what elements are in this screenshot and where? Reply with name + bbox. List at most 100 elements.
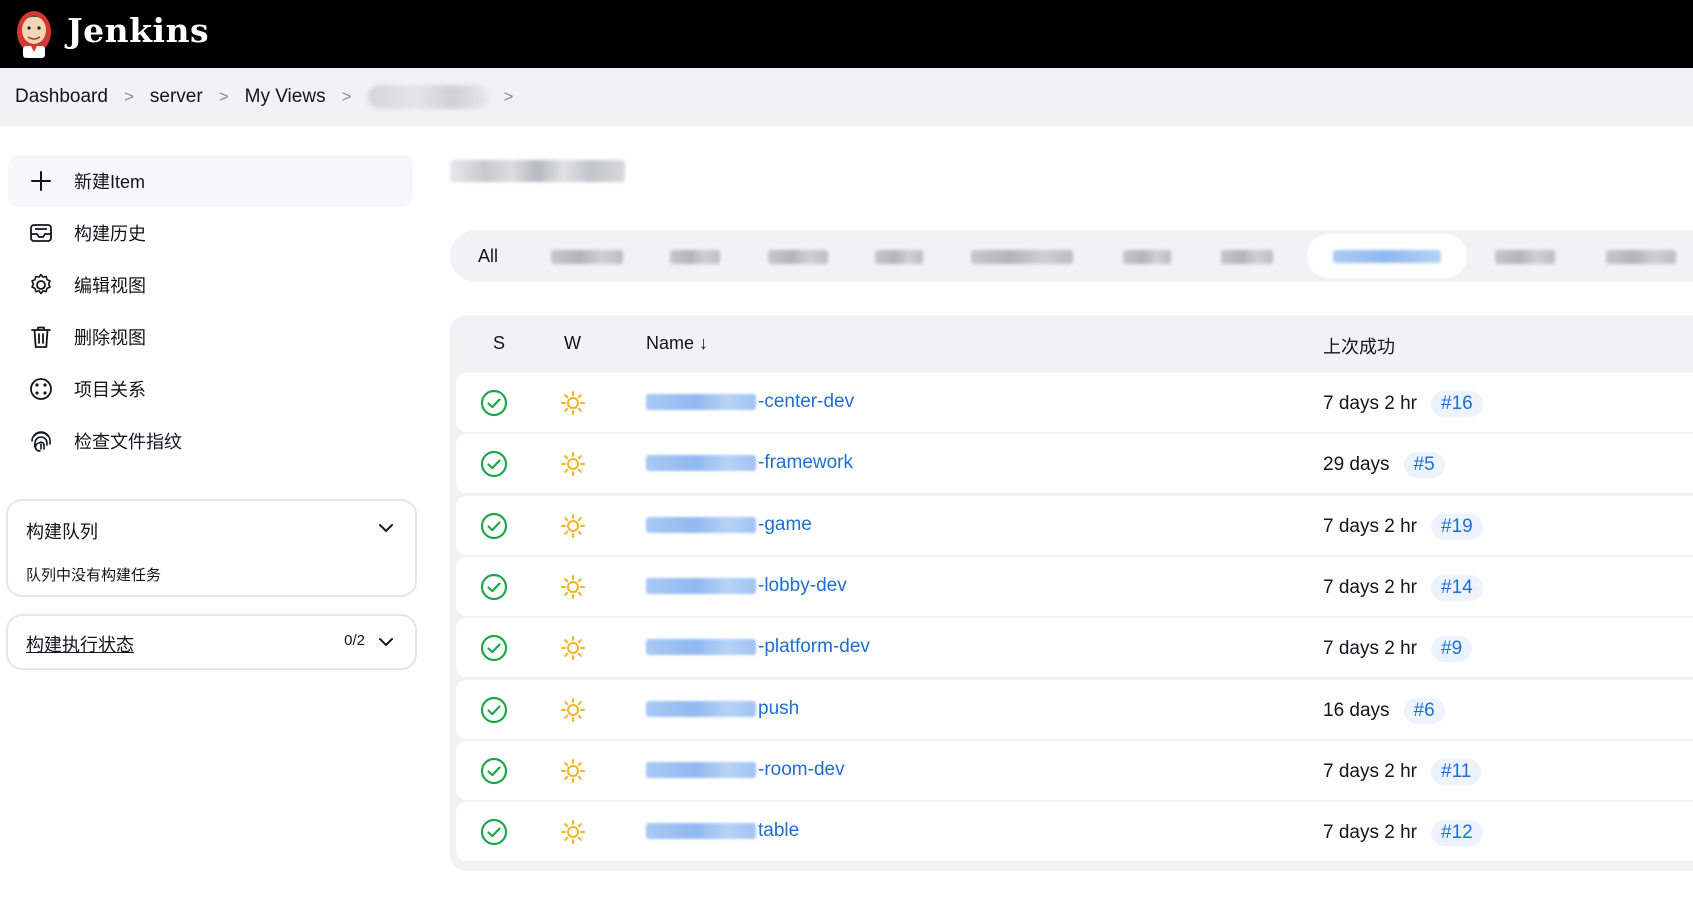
last-success: 7 days 2 hr #12 bbox=[1323, 820, 1483, 846]
tab-active-view[interactable] bbox=[1307, 234, 1467, 278]
chevron-down-icon[interactable] bbox=[377, 519, 395, 537]
job-name-suffix: push bbox=[758, 698, 800, 719]
sidebar-item-label: 编辑视图 bbox=[74, 276, 146, 296]
breadcrumb-chevron-icon: > bbox=[341, 87, 352, 106]
job-link[interactable]: -room-dev bbox=[646, 759, 845, 781]
job-name-redacted bbox=[646, 762, 756, 778]
gear-icon bbox=[26, 270, 56, 300]
build-number-link[interactable]: #5 bbox=[1403, 452, 1445, 478]
breadcrumb-chevron-icon: > bbox=[503, 87, 514, 106]
tab-view[interactable] bbox=[1606, 250, 1676, 264]
last-success: 29 days #5 bbox=[1323, 452, 1445, 478]
sunny-weather-icon[interactable] bbox=[560, 819, 586, 845]
last-success: 7 days 2 hr #11 bbox=[1323, 759, 1482, 785]
table-row: -platform-dev 7 days 2 hr #9 bbox=[456, 618, 1693, 677]
build-number-link[interactable]: #6 bbox=[1403, 698, 1445, 724]
last-success-time: 7 days 2 hr bbox=[1323, 761, 1417, 782]
job-name-redacted bbox=[646, 639, 756, 655]
inbox-icon bbox=[26, 218, 56, 248]
job-name-suffix: -lobby-dev bbox=[758, 575, 847, 596]
sidebar-item-project-relationship[interactable]: 项目关系 bbox=[8, 363, 413, 415]
build-number-link[interactable]: #9 bbox=[1431, 636, 1473, 662]
sidebar-item-label: 删除视图 bbox=[74, 328, 146, 348]
last-success: 7 days 2 hr #9 bbox=[1323, 636, 1473, 662]
tab-active-label bbox=[1333, 250, 1441, 263]
job-link[interactable]: -center-dev bbox=[646, 391, 854, 413]
column-header-last-success[interactable]: 上次成功 bbox=[1323, 333, 1395, 359]
job-link[interactable]: -lobby-dev bbox=[646, 575, 847, 597]
success-status-icon[interactable] bbox=[480, 634, 508, 662]
sidebar-item-delete-view[interactable]: 删除视图 bbox=[8, 311, 413, 363]
build-number-link[interactable]: #19 bbox=[1431, 514, 1483, 540]
breadcrumb-my-views[interactable]: My Views bbox=[245, 86, 326, 108]
app-brand[interactable]: Jenkins bbox=[67, 11, 209, 50]
build-number-link[interactable]: #12 bbox=[1431, 820, 1483, 846]
success-status-icon[interactable] bbox=[480, 389, 508, 417]
job-name-suffix: -center-dev bbox=[758, 391, 855, 412]
breadcrumb-dashboard[interactable]: Dashboard bbox=[15, 86, 108, 108]
sunny-weather-icon[interactable] bbox=[560, 758, 586, 784]
build-executor-title[interactable]: 构建执行状态 bbox=[26, 631, 134, 657]
job-name-redacted bbox=[646, 455, 756, 471]
sidebar-item-new-item[interactable]: 新建Item bbox=[8, 155, 413, 207]
success-status-icon[interactable] bbox=[480, 450, 508, 478]
tab-view[interactable] bbox=[670, 250, 720, 264]
last-success-time: 7 days 2 hr bbox=[1323, 577, 1417, 598]
tab-view[interactable] bbox=[768, 250, 828, 264]
build-number-link[interactable]: #14 bbox=[1431, 575, 1483, 601]
success-status-icon[interactable] bbox=[480, 757, 508, 785]
sunny-weather-icon[interactable] bbox=[560, 697, 586, 723]
job-link[interactable]: push bbox=[646, 698, 799, 720]
sunny-weather-icon[interactable] bbox=[560, 390, 586, 416]
trash-icon bbox=[26, 322, 56, 352]
table-row: -game 7 days 2 hr #19 bbox=[456, 496, 1693, 555]
sidebar-item-check-fingerprint[interactable]: 检查文件指纹 bbox=[8, 415, 413, 467]
last-success-time: 7 days 2 hr bbox=[1323, 822, 1417, 843]
sunny-weather-icon[interactable] bbox=[560, 635, 586, 661]
fingerprint-icon bbox=[26, 426, 56, 456]
job-name-redacted bbox=[646, 701, 756, 717]
breadcrumb-current-view[interactable] bbox=[367, 85, 488, 109]
column-header-name[interactable]: Name ↓ bbox=[646, 333, 708, 354]
success-status-icon[interactable] bbox=[480, 696, 508, 724]
job-name-suffix: -framework bbox=[758, 452, 854, 473]
top-header: Jenkins bbox=[0, 0, 1693, 68]
job-name-suffix: -game bbox=[758, 514, 812, 535]
sidebar-item-build-history[interactable]: 构建历史 bbox=[8, 207, 413, 259]
success-status-icon[interactable] bbox=[480, 818, 508, 846]
last-success: 7 days 2 hr #19 bbox=[1323, 514, 1483, 540]
column-header-status[interactable]: S bbox=[493, 333, 505, 354]
job-link[interactable]: -framework bbox=[646, 452, 853, 474]
job-link[interactable]: table bbox=[646, 820, 799, 842]
tab-view[interactable] bbox=[1495, 250, 1555, 264]
breadcrumb-server[interactable]: server bbox=[150, 86, 203, 108]
build-number-link[interactable]: #11 bbox=[1431, 759, 1482, 785]
build-queue-title[interactable]: 构建队列 bbox=[26, 518, 98, 544]
tab-view[interactable] bbox=[971, 250, 1073, 264]
chevron-down-icon[interactable] bbox=[377, 633, 395, 651]
last-success-time: 7 days 2 hr bbox=[1323, 516, 1417, 537]
job-name-redacted bbox=[646, 578, 756, 594]
sidebar-item-label: 新建Item bbox=[74, 172, 146, 192]
jenkins-logo-icon[interactable] bbox=[14, 8, 54, 60]
sunny-weather-icon[interactable] bbox=[560, 451, 586, 477]
tab-all[interactable]: All bbox=[478, 230, 498, 282]
success-status-icon[interactable] bbox=[480, 573, 508, 601]
executor-count: 0/2 bbox=[344, 632, 365, 649]
table-row: -framework 29 days #5 bbox=[456, 434, 1693, 493]
last-success-time: 16 days bbox=[1323, 700, 1390, 721]
sunny-weather-icon[interactable] bbox=[560, 513, 586, 539]
tab-view[interactable] bbox=[1123, 250, 1171, 264]
sidebar-item-edit-view[interactable]: 编辑视图 bbox=[8, 259, 413, 311]
job-link[interactable]: -platform-dev bbox=[646, 636, 870, 658]
breadcrumb-chevron-icon: > bbox=[218, 87, 229, 106]
job-link[interactable]: -game bbox=[646, 514, 812, 536]
column-header-weather[interactable]: W bbox=[564, 333, 581, 354]
tab-view[interactable] bbox=[1221, 250, 1273, 264]
build-executor-panel: 构建执行状态 0/2 bbox=[6, 614, 417, 670]
sunny-weather-icon[interactable] bbox=[560, 574, 586, 600]
tab-view[interactable] bbox=[551, 250, 623, 264]
success-status-icon[interactable] bbox=[480, 512, 508, 540]
tab-view[interactable] bbox=[875, 250, 923, 264]
build-number-link[interactable]: #16 bbox=[1431, 391, 1483, 417]
